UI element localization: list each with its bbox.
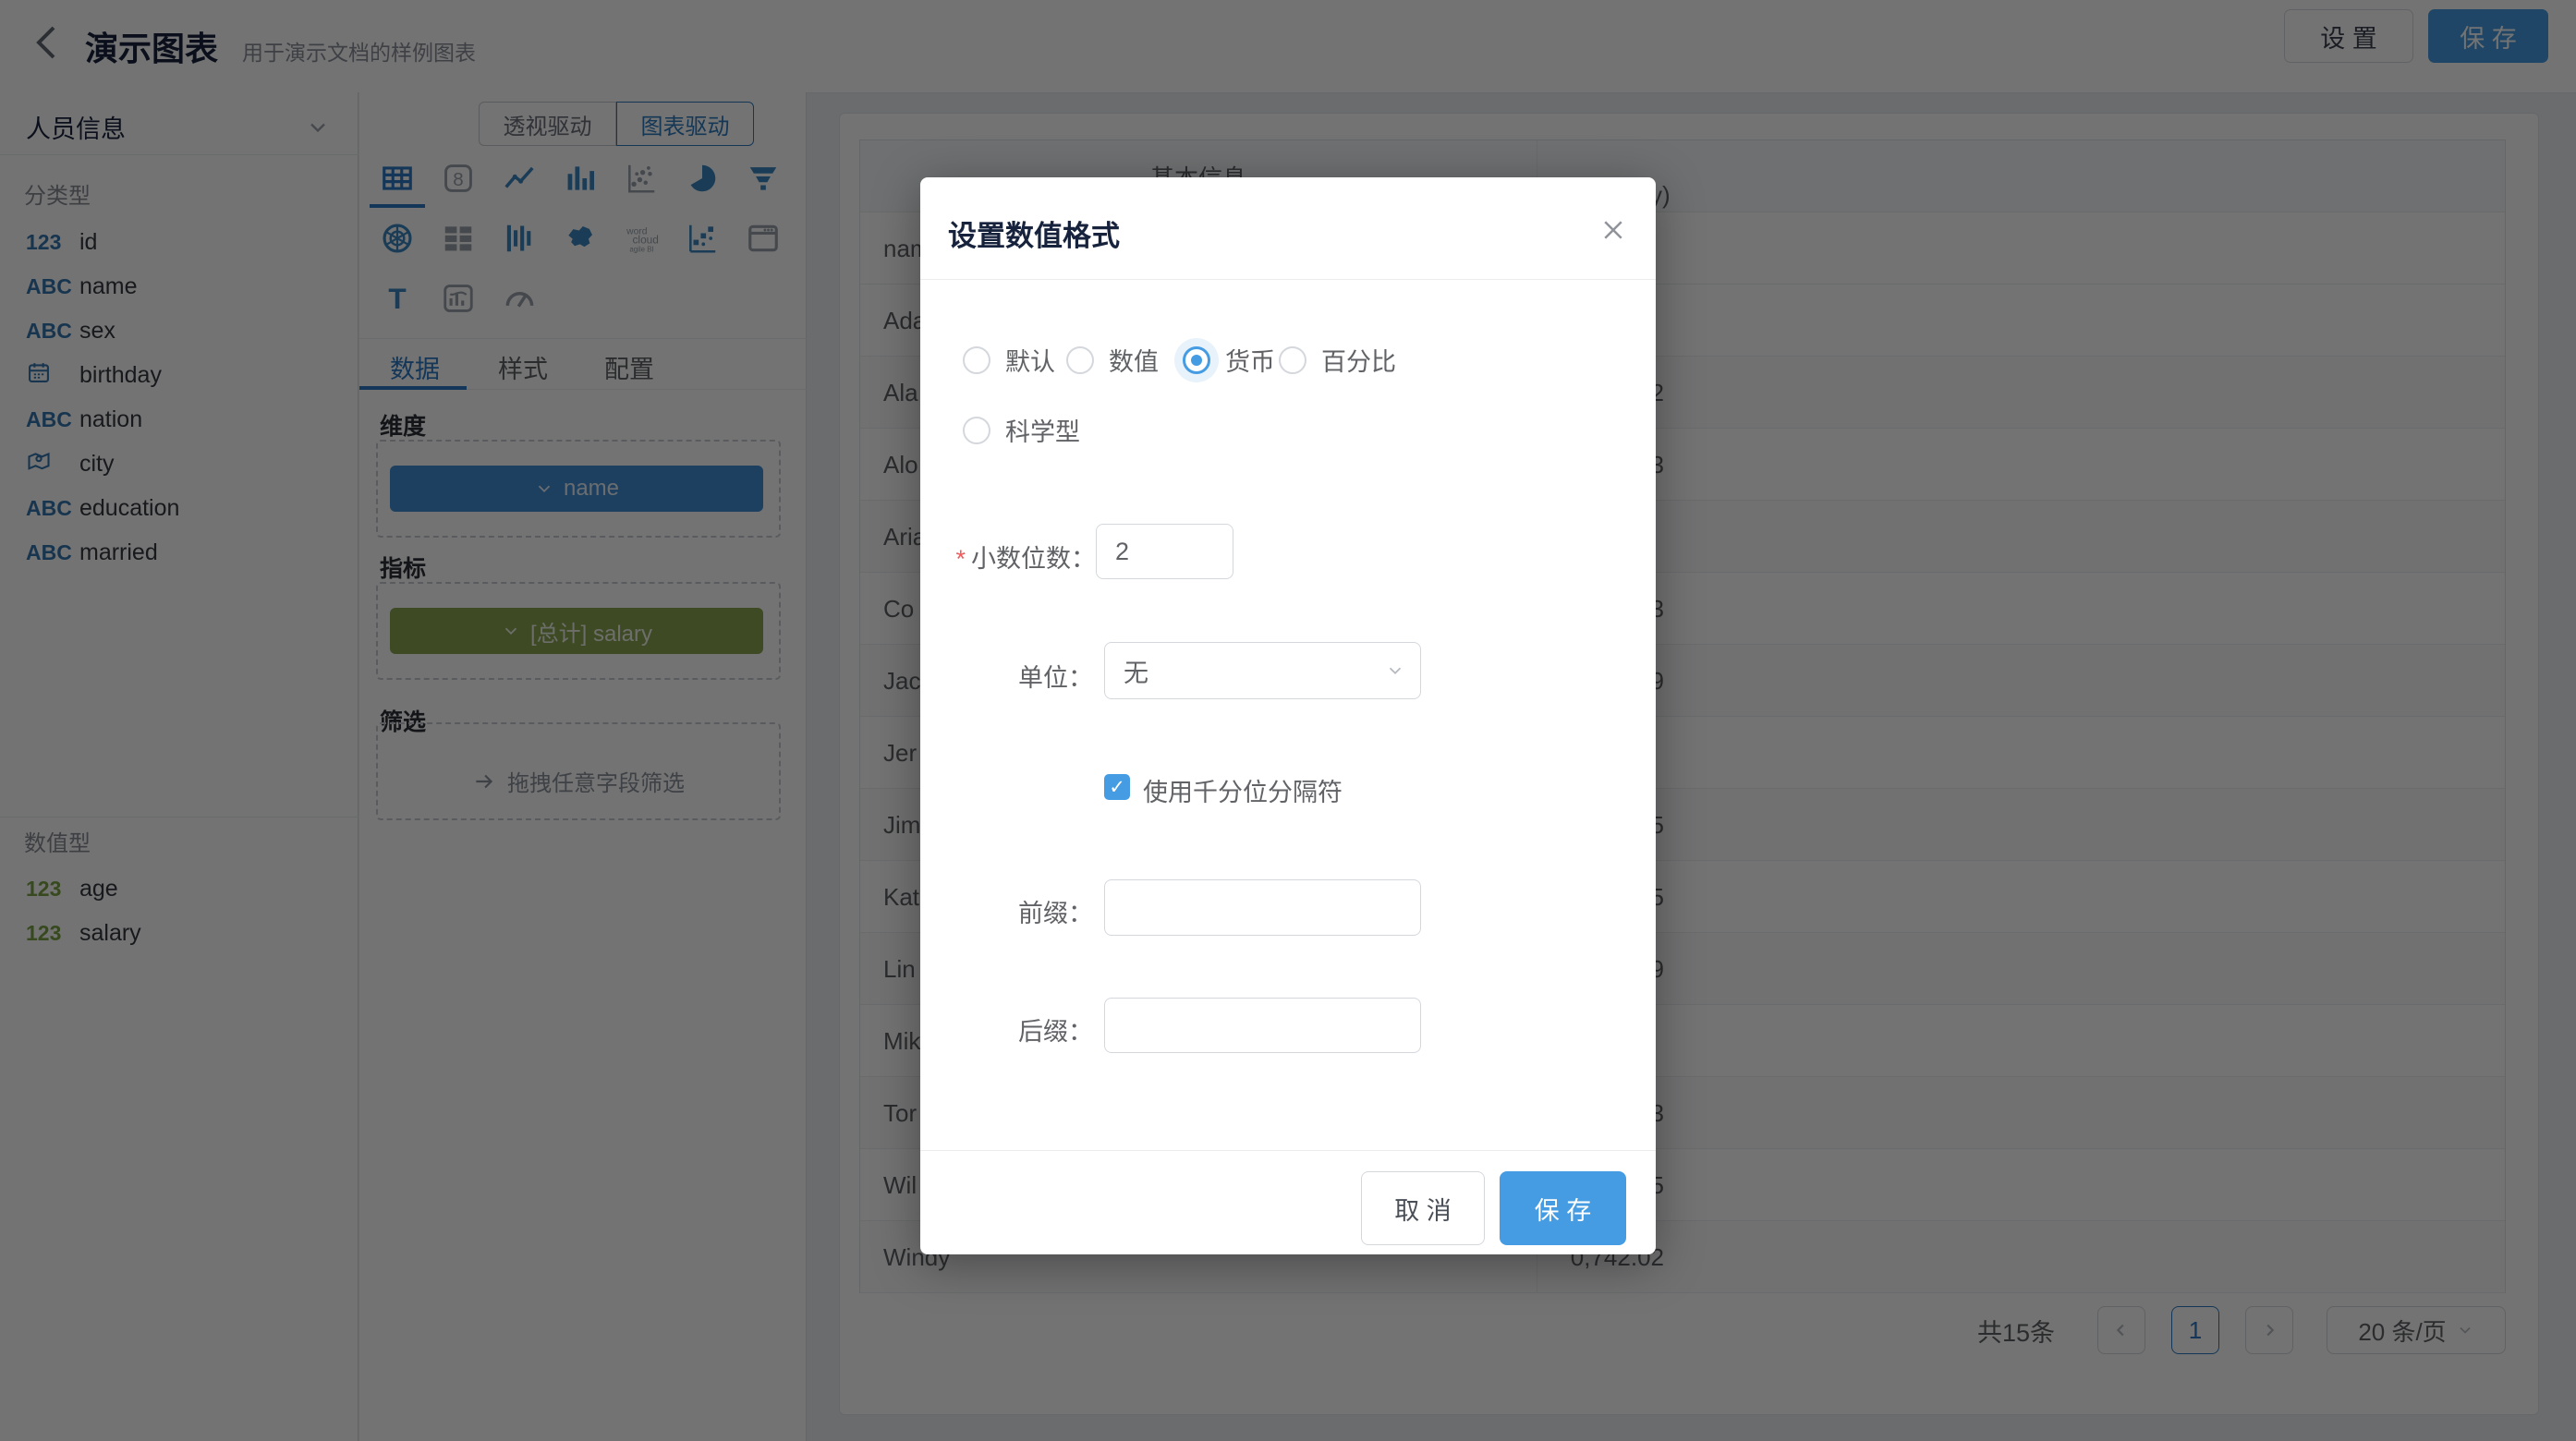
dialog-title: 设置数值格式 — [948, 212, 1120, 254]
number-format-dialog: 设置数值格式 默认数值货币百分比科学型 *小数位数： 2 单位： 无 ✓ 使用千… — [920, 177, 1656, 1254]
radio-label: 货币 — [1225, 342, 1275, 378]
close-icon[interactable] — [1599, 216, 1627, 244]
radio-label: 数值 — [1109, 342, 1159, 378]
decimal-places-label: *小数位数： — [911, 539, 1096, 575]
radio-label: 默认 — [1005, 342, 1055, 378]
format-radio-数值[interactable]: 数值 — [1066, 342, 1159, 378]
app-root: 演示图表 用于演示文档的样例图表 设 置 保 存 人员信息 分类型 123idA… — [0, 0, 2576, 1441]
format-radio-货币[interactable]: 货币 — [1183, 342, 1275, 378]
radio-icon — [1183, 346, 1210, 374]
divider — [920, 1150, 1656, 1151]
radio-label: 科学型 — [1005, 412, 1080, 448]
format-radio-百分比[interactable]: 百分比 — [1279, 342, 1396, 378]
required-asterisk: * — [955, 545, 966, 573]
prefix-input[interactable] — [1104, 879, 1421, 936]
suffix-label: 后缀： — [908, 1011, 1093, 1047]
unit-select[interactable]: 无 — [1104, 642, 1421, 699]
prefix-label: 前缀： — [908, 893, 1093, 929]
radio-icon — [963, 346, 990, 374]
thousands-separator-checkbox[interactable]: ✓ — [1104, 774, 1130, 800]
suffix-input[interactable] — [1104, 998, 1421, 1053]
thousands-separator-label: 使用千分位分隔符 — [1143, 772, 1343, 808]
chevron-down-icon — [1385, 660, 1405, 681]
unit-label: 单位： — [908, 658, 1093, 694]
radio-label: 百分比 — [1321, 342, 1396, 378]
divider — [920, 279, 1656, 280]
decimal-places-input[interactable]: 2 — [1096, 524, 1233, 579]
radio-icon — [1066, 346, 1094, 374]
format-radio-科学型[interactable]: 科学型 — [963, 412, 1080, 448]
cancel-button[interactable]: 取 消 — [1361, 1171, 1485, 1245]
radio-icon — [1279, 346, 1306, 374]
dialog-save-button[interactable]: 保 存 — [1500, 1171, 1626, 1245]
unit-select-value: 无 — [1124, 653, 1148, 689]
radio-icon — [963, 417, 990, 444]
format-radio-默认[interactable]: 默认 — [963, 342, 1055, 378]
